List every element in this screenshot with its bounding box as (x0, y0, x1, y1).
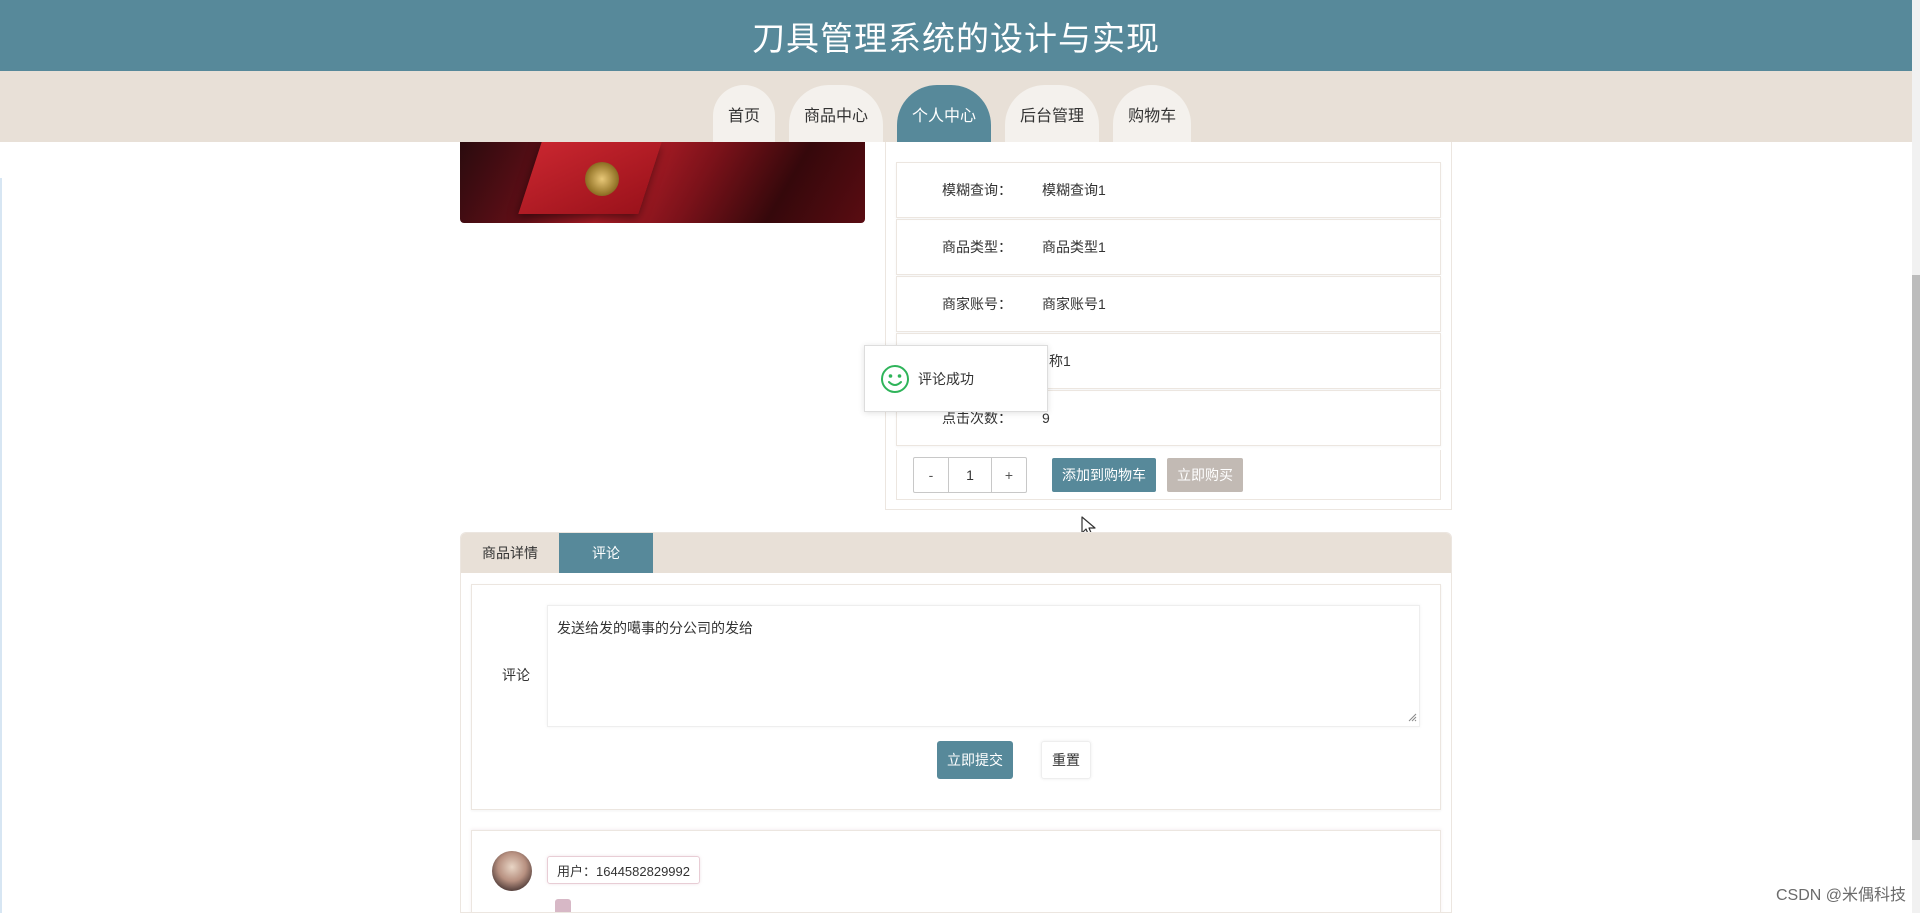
submit-comment-button[interactable]: 立即提交 (937, 741, 1013, 779)
product-detail-panel: 模糊查询： 模糊查询1 商品类型： 商品类型1 商家账号： 商家账号1 家名称1… (885, 142, 1452, 510)
nav-tabs: 首页 商品中心 个人中心 后台管理 购物车 (713, 85, 1192, 142)
quantity-input[interactable]: 1 (948, 457, 992, 492)
page-title: 刀具管理系统的设计与实现 (752, 19, 1160, 57)
row-value: 模糊查询1 (1042, 182, 1106, 198)
smiley-icon (881, 364, 909, 393)
product-tabs-section: 商品详情 评论 评论 发送给发的噶事的分公司的发给 立即提交 重置 用户：164… (460, 532, 1452, 913)
buy-now-button[interactable]: 立即购买 (1167, 457, 1243, 492)
decrease-button[interactable]: - (914, 458, 948, 492)
success-toast: 评论成功 (864, 345, 1048, 412)
detail-row-fuzzy-query: 模糊查询： 模糊查询1 (896, 162, 1441, 218)
comment-label: 评论 (502, 667, 530, 683)
row-label: 模糊查询： (942, 182, 1012, 198)
row-value: 商品类型1 (1042, 239, 1106, 255)
tab-comments[interactable]: 评论 (559, 533, 653, 573)
comment-textarea[interactable]: 发送给发的噶事的分公司的发给 (547, 605, 1420, 727)
row-value: 商家账号1 (1042, 296, 1106, 312)
tab-bar: 商品详情 评论 (461, 533, 1451, 573)
top-navbar: 首页 商品中心 个人中心 后台管理 购物车 (0, 71, 1912, 142)
product-image (460, 142, 865, 223)
comment-user: 用户：1644582829992 (547, 856, 700, 884)
nav-tab-products[interactable]: 商品中心 (789, 85, 884, 142)
scrollbar-thumb[interactable] (1912, 275, 1920, 840)
detail-row-product-type: 商品类型： 商品类型1 (896, 219, 1441, 275)
nav-tab-home[interactable]: 首页 (713, 85, 776, 142)
add-to-cart-button[interactable]: 添加到购物车 (1052, 457, 1156, 492)
row-label: 商家账号： (942, 296, 1012, 312)
nav-tab-personal-center[interactable]: 个人中心 (897, 85, 992, 142)
comment-item: 用户：1644582829992 (471, 830, 1441, 912)
nav-tab-admin[interactable]: 后台管理 (1005, 85, 1100, 142)
tab-product-details[interactable]: 商品详情 (461, 533, 559, 573)
comment-form: 评论 发送给发的噶事的分公司的发给 立即提交 重置 (471, 584, 1441, 810)
detail-row-merchant-account: 商家账号： 商家账号1 (896, 276, 1441, 332)
watermark: CSDN @米偶科技 (1775, 887, 1906, 904)
toast-message: 评论成功 (918, 370, 974, 387)
row-value: 9 (1042, 410, 1050, 426)
reset-button[interactable]: 重置 (1041, 741, 1091, 779)
nav-tab-cart[interactable]: 购物车 (1113, 85, 1192, 142)
avatar (492, 851, 532, 891)
comment-content-chip (555, 899, 571, 912)
window-edge (0, 178, 2, 913)
vertical-scrollbar[interactable] (1912, 0, 1920, 913)
product-image-seal (585, 162, 619, 196)
resize-grip-icon[interactable] (1407, 712, 1417, 722)
purchase-actions: - 1 + 添加到购物车 立即购买 (896, 450, 1441, 500)
increase-button[interactable]: + (992, 458, 1026, 492)
row-label: 商品类型： (942, 239, 1012, 255)
quantity-stepper: - 1 + (913, 456, 1027, 493)
site-header: 刀具管理系统的设计与实现 (0, 0, 1912, 71)
